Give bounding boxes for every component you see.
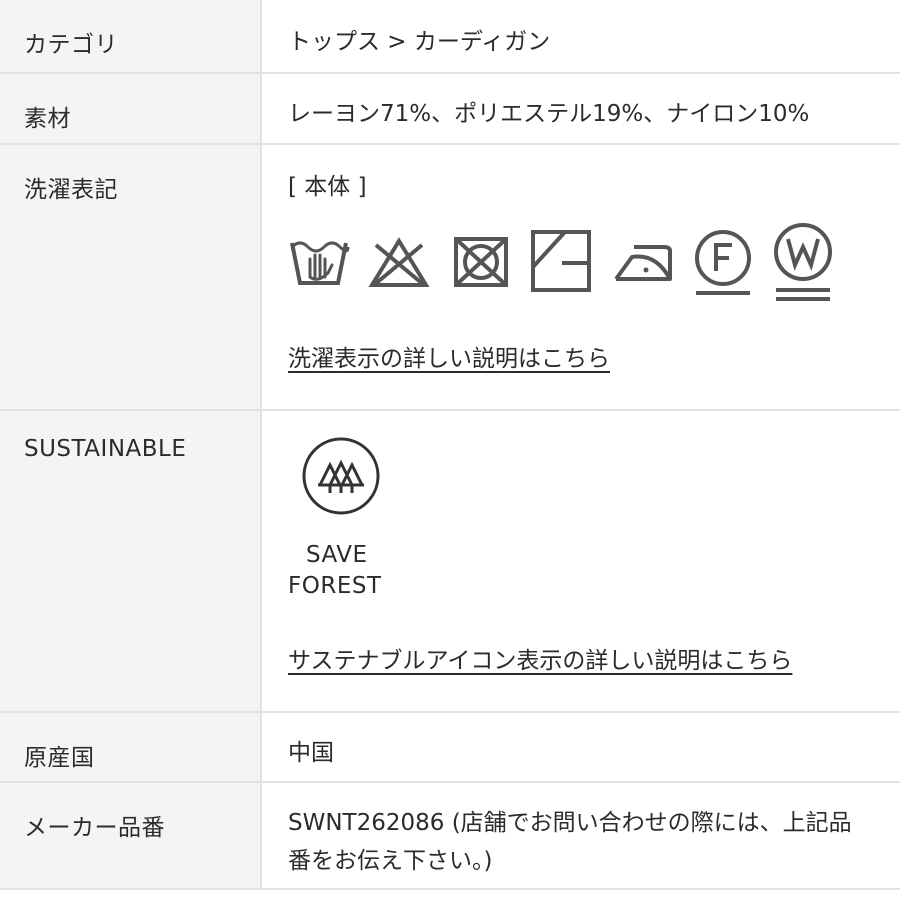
sustainable-detail-link[interactable]: サステナブルアイコン表示の詳しい説明はこちら xyxy=(288,641,792,675)
dry-clean-f-icon xyxy=(692,229,754,297)
maker-number-row: メーカー品番 SWNT262086 (店舗でお問い合わせの際には、上記品 番をお… xyxy=(0,781,900,888)
maker-number-label: メーカー品番 xyxy=(24,815,165,841)
save-forest-line2: FOREST xyxy=(288,573,382,599)
origin-row: 原産国 中国 xyxy=(0,711,900,781)
material-row: 素材 レーヨン71%、ポリエステル19%、ナイロン10% xyxy=(0,72,900,143)
maker-number-value-line1: SWNT262086 (店舗でお問い合わせの際には、上記品 xyxy=(288,810,852,836)
care-label-cell: 洗濯表記 xyxy=(0,145,262,409)
maker-number-value-line2: 番をお伝え下さい。) xyxy=(288,848,493,874)
category-label-cell: カテゴリ xyxy=(0,0,262,72)
care-detail-link[interactable]: 洗濯表示の詳しい説明はこちら xyxy=(288,339,610,373)
care-row: 洗濯表記 [ 本体 ] 洗濯表示の詳しい説明はこちら xyxy=(0,143,900,409)
material-value: レーヨン71%、ポリエステル19%、ナイロン10% xyxy=(288,101,810,127)
care-section-label: [ 本体 ] xyxy=(288,174,367,200)
sustainable-label: SUSTAINABLE xyxy=(24,436,187,462)
care-label: 洗濯表記 xyxy=(24,177,118,203)
sustainable-label-cell: SUSTAINABLE xyxy=(0,411,262,711)
no-bleach-icon xyxy=(368,237,430,289)
line-dry-shade-icon xyxy=(530,229,592,293)
hand-wash-icon xyxy=(288,233,350,289)
category-row: カテゴリ トップス > カーディガン xyxy=(0,0,900,72)
material-label-cell: 素材 xyxy=(0,74,262,143)
table-bottom-border xyxy=(0,888,900,890)
category-value: トップス > カーディガン xyxy=(288,29,551,55)
origin-label-cell: 原産国 xyxy=(0,713,262,781)
category-label: カテゴリ xyxy=(24,32,118,58)
maker-number-label-cell: メーカー品番 xyxy=(0,783,262,888)
origin-label: 原産国 xyxy=(24,745,95,771)
product-spec-table: カテゴリ トップス > カーディガン 素材 レーヨン71%、ポリエステル19%、… xyxy=(0,0,900,900)
trees-circle-icon xyxy=(300,435,382,517)
wet-clean-w-icon xyxy=(772,221,834,303)
origin-value: 中国 xyxy=(288,740,334,766)
save-forest-line1: SAVE xyxy=(306,542,368,568)
iron-low-icon xyxy=(612,243,674,283)
material-label: 素材 xyxy=(24,106,71,132)
sustainable-row: SUSTAINABLE SAVE FOREST サステナブルアイコン表示の詳しい… xyxy=(0,409,900,711)
no-tumble-dry-icon xyxy=(450,233,512,291)
